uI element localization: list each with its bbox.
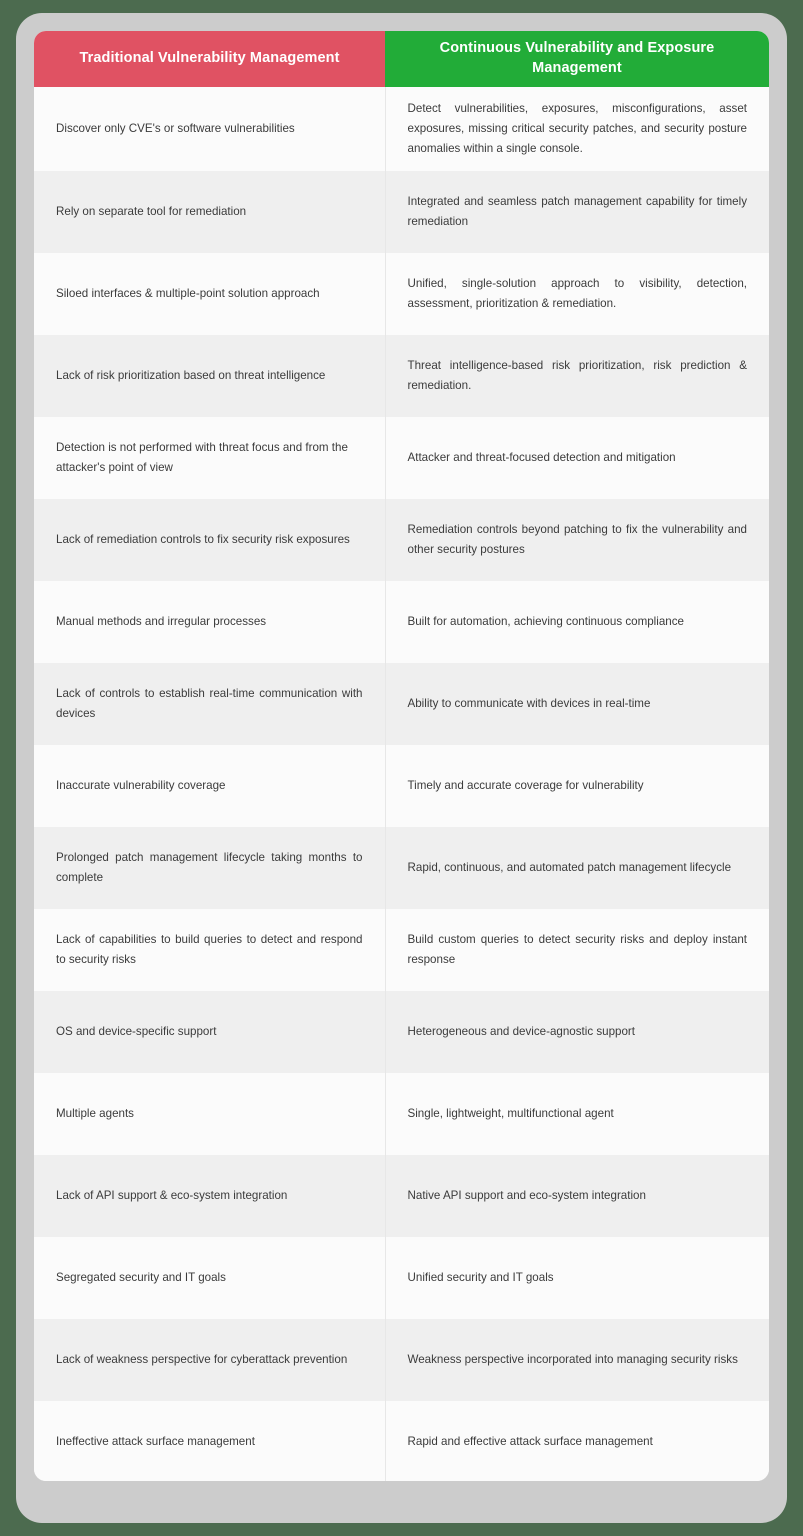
table-row: Lack of remediation controls to fix secu… [34,499,769,581]
table-row: Segregated security and IT goals Unified … [34,1237,769,1319]
cell-traditional: Lack of capabilities to build queries to… [34,909,386,991]
table-row: Discover only CVE's or software vulnerab… [34,87,769,171]
cell-traditional: Inaccurate vulnerability coverage [34,745,386,827]
comparison-card: Traditional Vulnerability Management Con… [34,31,769,1481]
table-row: Rely on separate tool for remediation Int… [34,171,769,253]
cell-continuous: Heterogeneous and device-agnostic suppor… [385,991,769,1073]
table-row: OS and device-specific support Heterogene… [34,991,769,1073]
cell-continuous: Remediation controls beyond patching to … [385,499,769,581]
table-row: Siloed interfaces & multiple-point solut… [34,253,769,335]
table-row: Lack of weakness perspective for cyberat… [34,1319,769,1401]
cell-continuous: Rapid, continuous, and automated patch m… [385,827,769,909]
cell-traditional: Rely on separate tool for remediation [34,171,386,253]
cell-traditional: Lack of risk prioritization based on thr… [34,335,386,417]
cell-traditional: Discover only CVE's or software vulnerab… [34,87,386,171]
cell-traditional: Detection is not performed with threat f… [34,417,386,499]
column-header-continuous: Continuous Vulnerability and Exposure Ma… [385,31,769,87]
column-header-traditional: Traditional Vulnerability Management [34,31,385,87]
cell-traditional: Manual methods and irregular processes [34,581,386,663]
table-row: Detection is not performed with threat f… [34,417,769,499]
header-row: Traditional Vulnerability Management Con… [34,31,769,87]
cell-continuous: Integrated and seamless patch management… [385,171,769,253]
cell-traditional: Segregated security and IT goals [34,1237,386,1319]
cell-continuous: Built for automation, achieving continuo… [385,581,769,663]
cell-traditional: Lack of controls to establish real-time … [34,663,386,745]
cell-continuous: Build custom queries to detect security … [385,909,769,991]
cell-traditional: Lack of weakness perspective for cyberat… [34,1319,386,1401]
cell-continuous: Threat intelligence-based risk prioritiz… [385,335,769,417]
cell-traditional: Multiple agents [34,1073,386,1155]
table-row: Ineffective attack surface management Rap… [34,1401,769,1481]
comparison-table: Traditional Vulnerability Management Con… [34,31,769,1481]
table-row: Lack of capabilities to build queries to… [34,909,769,991]
cell-continuous: Timely and accurate coverage for vulnera… [385,745,769,827]
table-row: Multiple agents Single, lightweight, mult… [34,1073,769,1155]
table-row: Lack of risk prioritization based on thr… [34,335,769,417]
table-row: Lack of API support & eco-system integra… [34,1155,769,1237]
cell-continuous: Unified, single-solution approach to vis… [385,253,769,335]
table-row: Manual methods and irregular processes Bu… [34,581,769,663]
table-header: Traditional Vulnerability Management Con… [34,31,769,87]
outer-frame: Traditional Vulnerability Management Con… [16,13,787,1523]
cell-continuous: Detect vulnerabilities, exposures, misco… [385,87,769,171]
table-body: Discover only CVE's or software vulnerab… [34,87,769,1481]
cell-traditional: Lack of remediation controls to fix secu… [34,499,386,581]
cell-traditional: Lack of API support & eco-system integra… [34,1155,386,1237]
table-row: Inaccurate vulnerability coverage Timely … [34,745,769,827]
cell-traditional: Ineffective attack surface management [34,1401,386,1481]
cell-continuous: Native API support and eco-system integr… [385,1155,769,1237]
table-row: Prolonged patch management lifecycle tak… [34,827,769,909]
table-row: Lack of controls to establish real-time … [34,663,769,745]
cell-traditional: Prolonged patch management lifecycle tak… [34,827,386,909]
cell-continuous: Rapid and effective attack surface manag… [385,1401,769,1481]
cell-continuous: Weakness perspective incorporated into m… [385,1319,769,1401]
cell-continuous: Single, lightweight, multifunctional age… [385,1073,769,1155]
cell-continuous: Ability to communicate with devices in r… [385,663,769,745]
cell-continuous: Attacker and threat-focused detection an… [385,417,769,499]
cell-continuous: Unified security and IT goals [385,1237,769,1319]
cell-traditional: Siloed interfaces & multiple-point solut… [34,253,386,335]
cell-traditional: OS and device-specific support [34,991,386,1073]
